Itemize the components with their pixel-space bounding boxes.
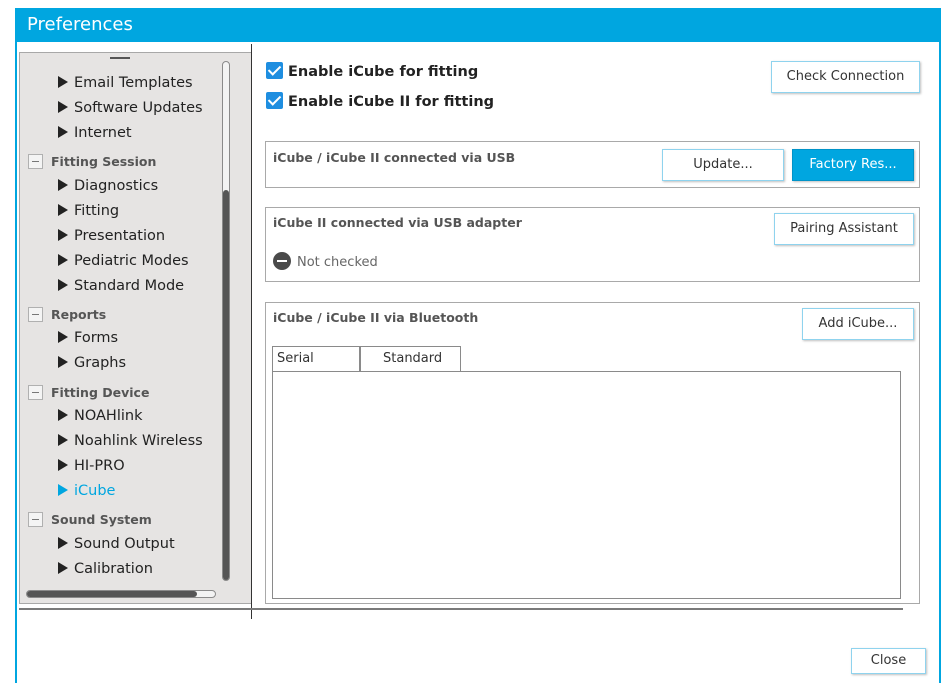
nav-item-internet[interactable]: Internet — [58, 121, 132, 145]
bluetooth-device-list[interactable] — [272, 371, 901, 599]
collapse-minus-icon[interactable] — [28, 385, 43, 400]
nav-horizontal-scrollbar[interactable] — [26, 590, 216, 598]
expand-triangle-icon — [58, 356, 68, 368]
usb-adapter-group-title: iCube II connected via USB adapter — [273, 215, 522, 230]
nav-group-sound-system[interactable]: Sound System — [28, 508, 152, 532]
expand-triangle-icon — [58, 537, 68, 549]
nav-item-pediatric-modes[interactable]: Pediatric Modes — [58, 249, 189, 273]
footer-divider — [19, 608, 903, 610]
expand-triangle-icon — [58, 254, 68, 266]
nav-item-presentation[interactable]: Presentation — [58, 224, 165, 248]
expand-triangle-icon — [58, 76, 68, 88]
nav-item-sound-output[interactable]: Sound Output — [58, 532, 175, 556]
expand-triangle-icon — [58, 101, 68, 113]
expand-triangle-icon — [58, 434, 68, 446]
factory-reset-button[interactable]: Factory Res... — [792, 149, 914, 181]
collapse-minus-icon[interactable] — [28, 512, 43, 527]
nav-group-fitting-session[interactable]: Fitting Session — [28, 150, 156, 174]
expand-triangle-icon — [58, 484, 68, 496]
usb-adapter-status: Not checked — [273, 252, 378, 272]
nav-group-fitting-device[interactable]: Fitting Device — [28, 381, 149, 405]
expand-triangle-icon — [58, 331, 68, 343]
checkbox-checked-icon[interactable] — [266, 62, 283, 79]
expand-triangle-icon — [58, 459, 68, 471]
nav-item-standard-mode[interactable]: Standard Mode — [58, 274, 184, 298]
nav-group-reports[interactable]: Reports — [28, 303, 106, 327]
nav-item-diagnostics[interactable]: Diagnostics — [58, 174, 158, 198]
bluetooth-device-table: Serial number Standard — [272, 346, 901, 599]
preferences-nav-tree: Email Templates Software Updates Interne… — [19, 52, 252, 604]
usb-group-title: iCube / iCube II connected via USB — [273, 150, 516, 165]
expand-triangle-icon — [58, 229, 68, 241]
nav-item-forms[interactable]: Forms — [58, 326, 118, 350]
nav-item-software-updates[interactable]: Software Updates — [58, 96, 203, 120]
nav-item-graphs[interactable]: Graphs — [58, 351, 126, 375]
expand-triangle-icon — [58, 126, 68, 138]
column-header-serial-number[interactable]: Serial number — [272, 346, 360, 389]
pairing-assistant-button[interactable]: Pairing Assistant — [774, 213, 914, 245]
expand-triangle-icon — [58, 562, 68, 574]
window-title: Preferences — [17, 8, 939, 42]
panel-divider — [251, 44, 252, 619]
nav-item-hi-pro[interactable]: HI-PRO — [58, 454, 125, 478]
bluetooth-group-title: iCube / iCube II via Bluetooth — [273, 310, 479, 325]
enable-icube2-checkbox[interactable]: Enable iCube II for fitting — [266, 90, 494, 114]
close-button[interactable]: Close — [851, 648, 926, 674]
expand-triangle-icon — [58, 179, 68, 191]
collapse-minus-icon[interactable] — [28, 154, 43, 169]
expand-triangle-icon — [58, 409, 68, 421]
expand-triangle-icon — [58, 279, 68, 291]
bluetooth-group: iCube / iCube II via Bluetooth Serial nu… — [265, 302, 920, 604]
nav-item-email-templates[interactable]: Email Templates — [58, 71, 193, 95]
enable-icube-checkbox[interactable]: Enable iCube for fitting — [266, 60, 478, 84]
nav-item-noahlink[interactable]: NOAHlink — [58, 404, 142, 428]
nav-vertical-scrollbar[interactable] — [222, 61, 230, 581]
nav-horizontal-scroll-thumb[interactable] — [27, 591, 197, 597]
nav-item-fitting[interactable]: Fitting — [58, 199, 119, 223]
checkbox-checked-icon[interactable] — [266, 92, 283, 109]
nav-item-noahlink-wireless[interactable]: Noahlink Wireless — [58, 429, 203, 453]
nav-item-calibration[interactable]: Calibration — [58, 557, 153, 581]
column-header-standard[interactable]: Standard — [360, 346, 461, 371]
nav-item-icube[interactable]: iCube — [58, 479, 115, 503]
add-icube-button[interactable]: Add iCube... — [802, 308, 914, 340]
check-connection-button[interactable]: Check Connection — [771, 61, 920, 93]
clipped-item-fragment — [110, 57, 130, 59]
not-checked-status-icon — [273, 252, 291, 270]
nav-vertical-scroll-thumb[interactable] — [223, 190, 229, 580]
expand-triangle-icon — [58, 204, 68, 216]
update-button[interactable]: Update... — [662, 149, 784, 181]
collapse-minus-icon[interactable] — [28, 307, 43, 322]
